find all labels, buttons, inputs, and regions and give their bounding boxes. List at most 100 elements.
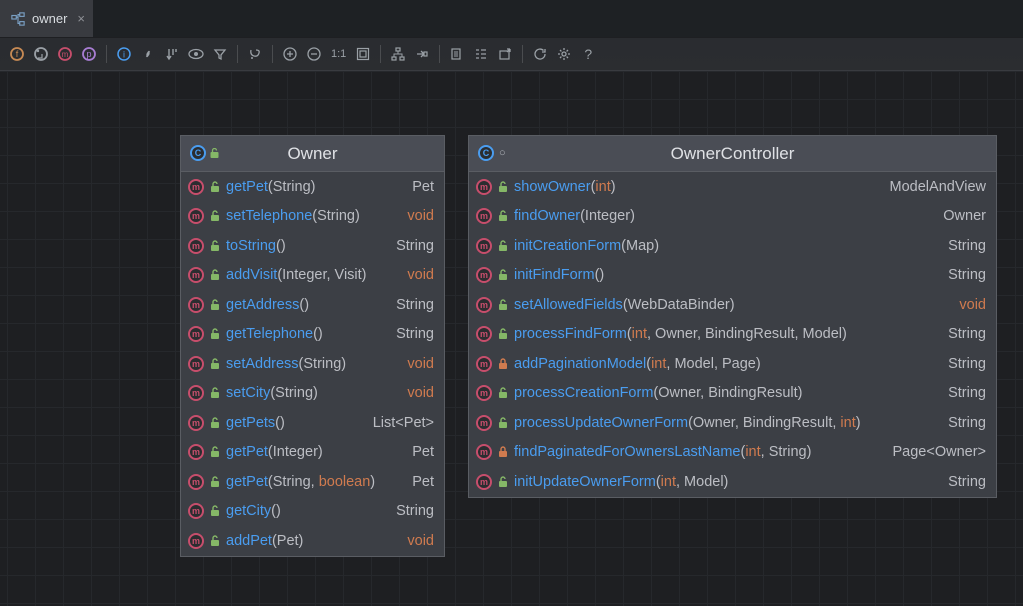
method-signature: initFindForm() (514, 267, 604, 283)
method-row[interactable]: mtoString()String (181, 231, 444, 261)
settings-icon[interactable] (553, 43, 575, 65)
method-row[interactable]: mfindPaginatedForOwnersLastName(int, Str… (469, 438, 996, 468)
lasso-icon[interactable] (244, 43, 266, 65)
layout-icon[interactable] (387, 43, 409, 65)
class-card-ownercontroller[interactable]: C○OwnerController m showOwner(int) ModelAnd… (468, 135, 997, 498)
method-signature: getPet(Integer) (226, 444, 323, 460)
public-icon (210, 358, 220, 370)
zoom-in-icon[interactable] (279, 43, 301, 65)
method-signature: processUpdateOwnerForm(Owner, BindingRes… (514, 415, 861, 431)
class-header[interactable]: COwner (181, 136, 444, 172)
method-signature: setCity(String) (226, 385, 318, 401)
help-icon[interactable]: ? (577, 43, 599, 65)
list-icon[interactable] (470, 43, 492, 65)
method-icon: m (188, 238, 204, 254)
method-return-type: Pet (398, 444, 434, 460)
method-row[interactable]: mgetTelephone()String (181, 320, 444, 350)
public-icon (210, 210, 220, 222)
public-icon (210, 181, 220, 193)
route-edges-icon[interactable] (411, 43, 433, 65)
method-signature: showOwner(int) (514, 179, 616, 195)
method-return-type: Page<Owner> (878, 444, 986, 460)
zoom-ratio-label[interactable]: 1:1 (327, 48, 350, 60)
method-return-type: String (934, 267, 986, 283)
method-return-type: void (393, 533, 434, 549)
method-row[interactable]: mgetCity()String (181, 497, 444, 527)
filter-fields-icon[interactable]: f (6, 43, 28, 65)
public-icon (498, 476, 508, 488)
method-row[interactable]: mfindOwner(Integer)Owner (469, 202, 996, 232)
method-row[interactable]: maddVisit(Integer, Visit)void (181, 261, 444, 291)
tab-owner[interactable]: owner × (0, 0, 93, 37)
class-title: OwnerController (671, 144, 795, 164)
method-row[interactable]: mprocessCreationForm(Owner, BindingResul… (469, 379, 996, 409)
method-row[interactable]: minitFindForm()String (469, 261, 996, 291)
method-return-type: void (393, 385, 434, 401)
method-row[interactable]: minitUpdateOwnerForm(int, Model)String (469, 467, 996, 497)
method-row[interactable]: mgetPets()List<Pet> (181, 408, 444, 438)
method-row[interactable]: m showOwner(int) ModelAndView (469, 172, 996, 202)
svg-text:f: f (16, 49, 19, 59)
method-signature: setAllowedFields(WebDataBinder) (514, 297, 735, 313)
method-row[interactable]: msetTelephone(String)void (181, 202, 444, 232)
tab-bar: owner × (0, 0, 1023, 37)
public-icon (210, 505, 220, 517)
method-icon: m (188, 267, 204, 283)
public-icon (210, 299, 220, 311)
method-row[interactable]: msetAddress(String)void (181, 349, 444, 379)
method-row[interactable]: msetAllowedFields(WebDataBinder)void (469, 290, 996, 320)
public-icon (498, 210, 508, 222)
method-row[interactable]: minitCreationForm(Map)String (469, 231, 996, 261)
link-icon[interactable] (137, 43, 159, 65)
method-return-type: Pet (398, 474, 434, 490)
refresh-icon[interactable] (529, 43, 551, 65)
fit-content-icon[interactable] (352, 43, 374, 65)
method-return-type: List<Pet> (359, 415, 434, 431)
zoom-out-icon[interactable] (303, 43, 325, 65)
class-header[interactable]: C○OwnerController (469, 136, 996, 172)
method-return-type: String (382, 326, 434, 342)
copy-icon[interactable] (446, 43, 468, 65)
info-icon[interactable]: i (113, 43, 135, 65)
method-icon: m (188, 474, 204, 490)
method-icon: m (476, 356, 492, 372)
method-icon: m (476, 179, 492, 195)
method-row[interactable]: mprocessFindForm(int, Owner, BindingResu… (469, 320, 996, 350)
export-icon[interactable] (494, 43, 516, 65)
public-icon (210, 269, 220, 281)
filter-icon[interactable] (209, 43, 231, 65)
method-row[interactable]: maddPet(Pet)void (181, 526, 444, 556)
method-row[interactable]: mprocessUpdateOwnerForm(Owner, BindingRe… (469, 408, 996, 438)
filter-methods-icon[interactable]: m (54, 43, 76, 65)
filter-constructors-icon[interactable] (30, 43, 52, 65)
method-row[interactable]: maddPaginationModel(int, Model, Page)Str… (469, 349, 996, 379)
method-signature: toString() (226, 238, 286, 254)
method-row[interactable]: mgetPet(Integer)Pet (181, 438, 444, 468)
public-icon (210, 328, 220, 340)
method-return-type: String (934, 415, 986, 431)
method-icon: m (476, 208, 492, 224)
method-return-type: void (393, 356, 434, 372)
public-icon (498, 387, 508, 399)
method-signature: setTelephone(String) (226, 208, 360, 224)
diagram-canvas[interactable]: COwnermgetPet(String)Pet m setTelephone(St… (0, 71, 1023, 606)
filter-properties-icon[interactable]: p (78, 43, 100, 65)
class-card-owner[interactable]: COwnermgetPet(String)Pet m setTelephone(St… (180, 135, 445, 557)
close-tab-icon[interactable]: × (77, 11, 85, 26)
public-icon (210, 476, 220, 488)
public-icon (210, 417, 220, 429)
method-row[interactable]: mgetPet(String)Pet (181, 172, 444, 202)
method-icon: m (476, 474, 492, 490)
method-row[interactable]: mgetPet(String, boolean)Pet (181, 467, 444, 497)
public-icon (210, 535, 220, 547)
method-row[interactable]: msetCity(String)void (181, 379, 444, 409)
method-return-type: ModelAndView (876, 179, 986, 195)
public-icon (498, 181, 508, 193)
public-icon (498, 299, 508, 311)
method-signature: getAddress() (226, 297, 309, 313)
sort-down-icon[interactable] (161, 43, 183, 65)
visibility-icon[interactable] (185, 43, 207, 65)
method-row[interactable]: mgetAddress()String (181, 290, 444, 320)
method-return-type: String (382, 297, 434, 313)
method-icon: m (188, 208, 204, 224)
